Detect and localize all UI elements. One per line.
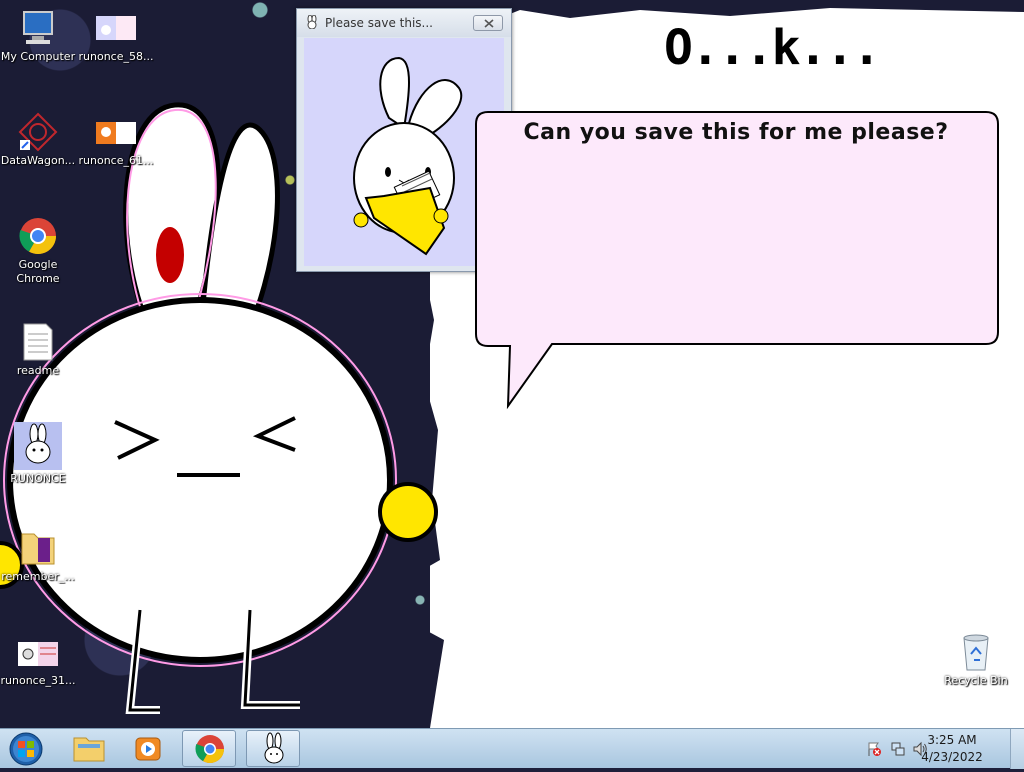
desktop-icon-label: runonce_31...: [0, 674, 76, 687]
explorer-icon: [73, 737, 105, 762]
desktop-icon-label: runonce_58...: [78, 50, 154, 63]
desktop-icon-runonce-31[interactable]: runonce_31...: [0, 632, 76, 688]
action-center-flag-icon[interactable]: [866, 741, 882, 757]
shortcut-icon: [18, 112, 58, 152]
taskbar-chrome-button[interactable]: [182, 730, 236, 767]
image-thumbnail-icon: [96, 122, 136, 144]
desktop-icon-runonce[interactable]: RUNONCE: [0, 422, 76, 486]
desktop-icon-runonce-58[interactable]: runonce_58...: [78, 8, 154, 64]
desktop-icon-label: Google Chrome: [16, 258, 60, 285]
computer-icon: [23, 11, 53, 44]
desktop-icon-datawagon[interactable]: DataWagon...: [0, 112, 76, 168]
desktop-wallpaper: My Computer runonce_58... DataWagon... r…: [0, 0, 1024, 728]
desktop-icon-label: RUNONCE: [10, 472, 66, 485]
desktop-icon-label: readme: [16, 364, 60, 377]
speech-bubble: [475, 111, 999, 410]
start-orb-icon[interactable]: [4, 730, 48, 768]
desktop-icon-google-chrome[interactable]: Google Chrome: [0, 216, 76, 286]
bunny-window-icon: [307, 15, 317, 29]
bunny-app-icon: [14, 422, 62, 470]
desktop-icon-readme[interactable]: readme: [0, 322, 76, 378]
media-player-icon: [135, 737, 161, 761]
show-desktop-button[interactable]: [1010, 729, 1024, 769]
taskbar-media-player-button[interactable]: [122, 730, 176, 767]
taskbar-runonce-button[interactable]: [246, 730, 300, 767]
folder-icon: [21, 533, 55, 565]
recycle-bin-icon: [963, 634, 989, 671]
window-title-bar[interactable]: Please save this...: [297, 9, 511, 37]
window-title: Please save this...: [325, 16, 433, 30]
chrome-icon: [19, 218, 57, 255]
image-thumbnail-icon: [18, 642, 58, 666]
close-icon: [484, 19, 494, 28]
desktop-icon-my-computer[interactable]: My Computer: [0, 8, 76, 64]
clock-time[interactable]: 3:25 AM: [920, 733, 984, 747]
taskbar-explorer-button[interactable]: [62, 730, 116, 767]
network-icon[interactable]: [890, 741, 906, 757]
desktop-icon-label: DataWagon...: [0, 154, 76, 167]
chrome-icon: [195, 735, 224, 763]
desktop-icon-recycle-bin[interactable]: Recycle Bin: [938, 632, 1014, 688]
text-file-icon: [23, 323, 53, 361]
speech-bubble-text: Can you save this for me please?: [523, 120, 949, 145]
ok-text: O...k...: [664, 20, 881, 76]
clock-date[interactable]: 4/23/2022: [920, 750, 984, 764]
desktop-icon-label: runonce_61...: [78, 154, 154, 167]
desktop-icon-remember[interactable]: remember_...: [0, 528, 76, 584]
taskbar: 3:25 AM 4/23/2022: [0, 728, 1024, 769]
window-close-button[interactable]: [473, 15, 503, 31]
desktop-icon-label: remember_...: [1, 570, 75, 583]
bunny-app-icon: [264, 732, 284, 764]
desktop-icon-label: My Computer: [0, 50, 76, 63]
desktop-icon-label: Recycle Bin: [944, 674, 1008, 687]
desktop-icon-runonce-61[interactable]: runonce_61...: [78, 112, 154, 168]
image-thumbnail-icon: [96, 16, 136, 40]
